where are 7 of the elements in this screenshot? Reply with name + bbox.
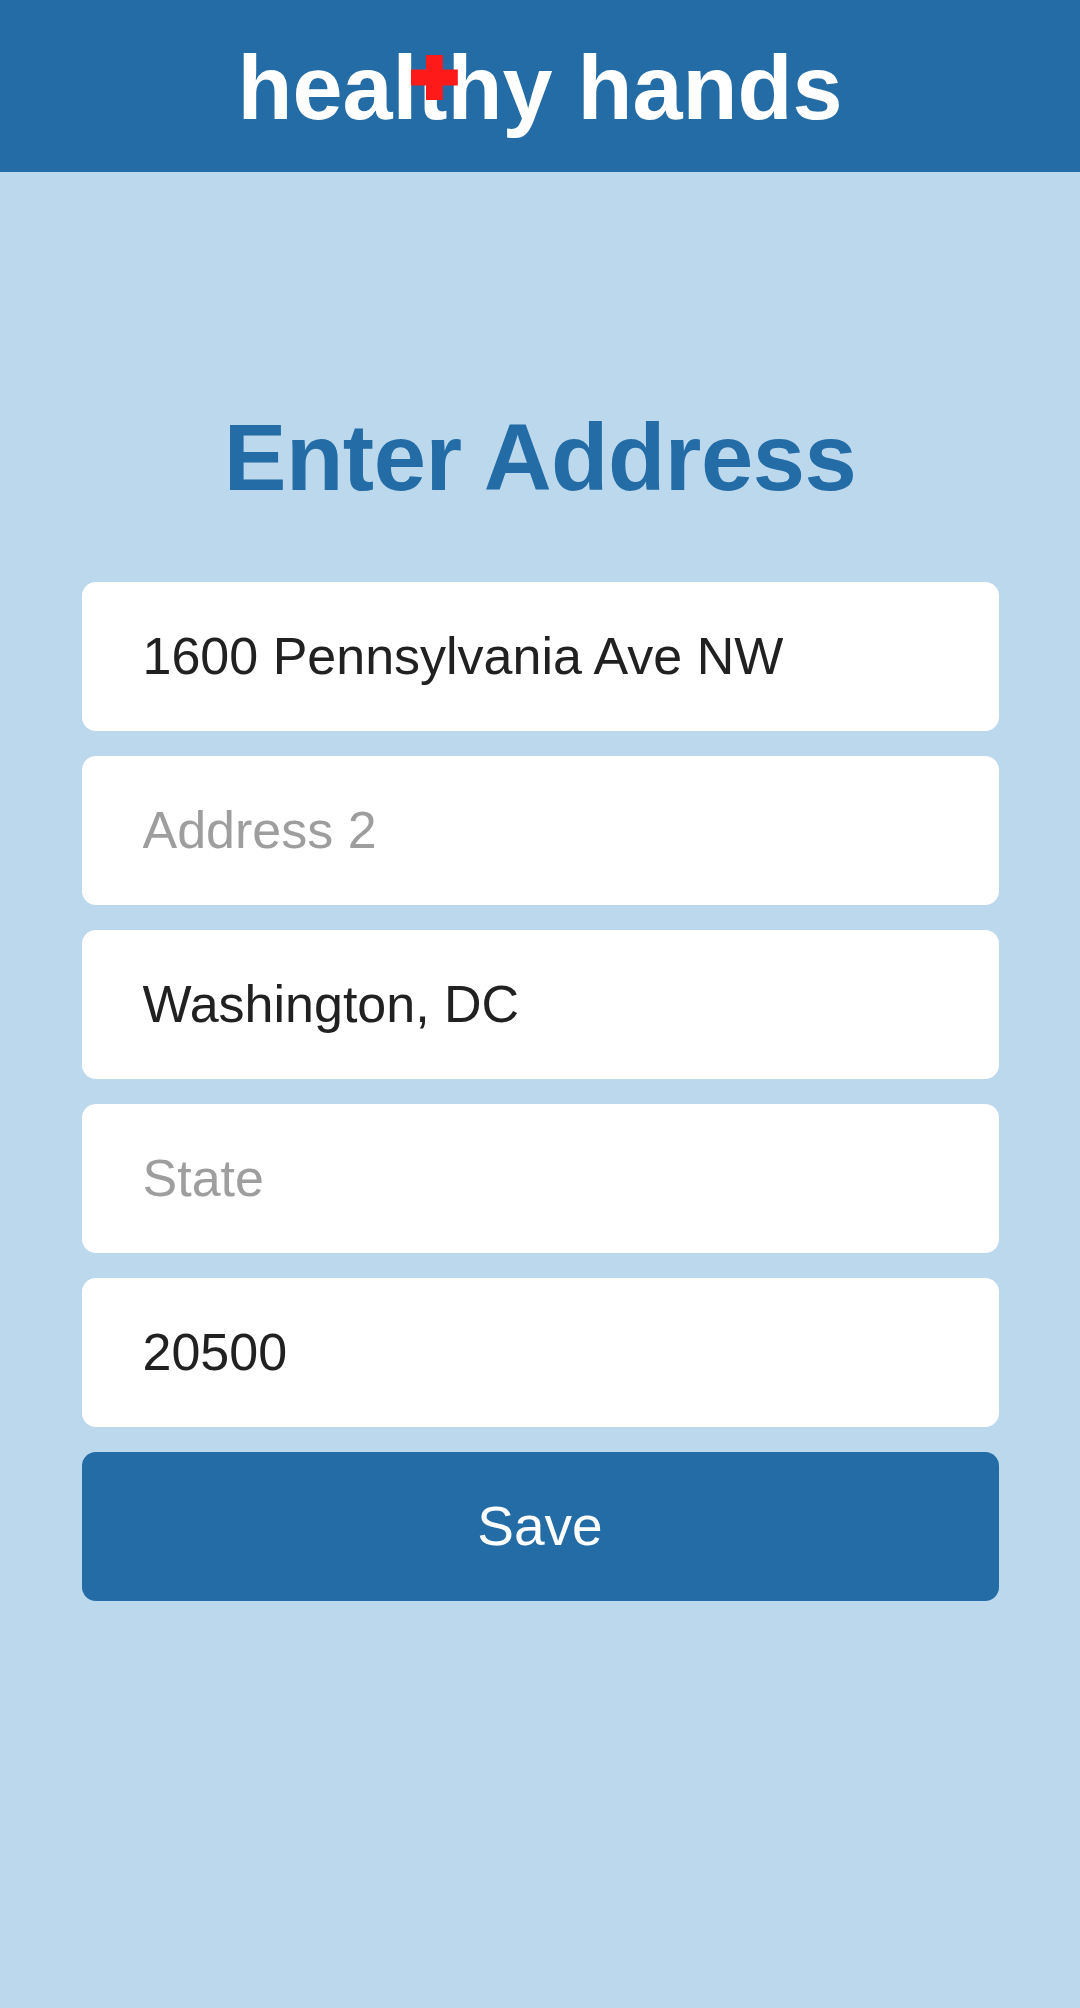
- input-field[interactable]: 1600 Pennsylvania Ave NW: [81, 581, 999, 731]
- input-field[interactable]: Washington, DC: [81, 929, 999, 1079]
- page-title: Enter Address: [223, 404, 857, 512]
- save-button[interactable]: Save: [81, 1451, 999, 1601]
- input-field[interactable]: 20500: [81, 1277, 999, 1427]
- input-field[interactable]: State: [81, 1103, 999, 1253]
- input-field[interactable]: Address 2: [81, 755, 999, 905]
